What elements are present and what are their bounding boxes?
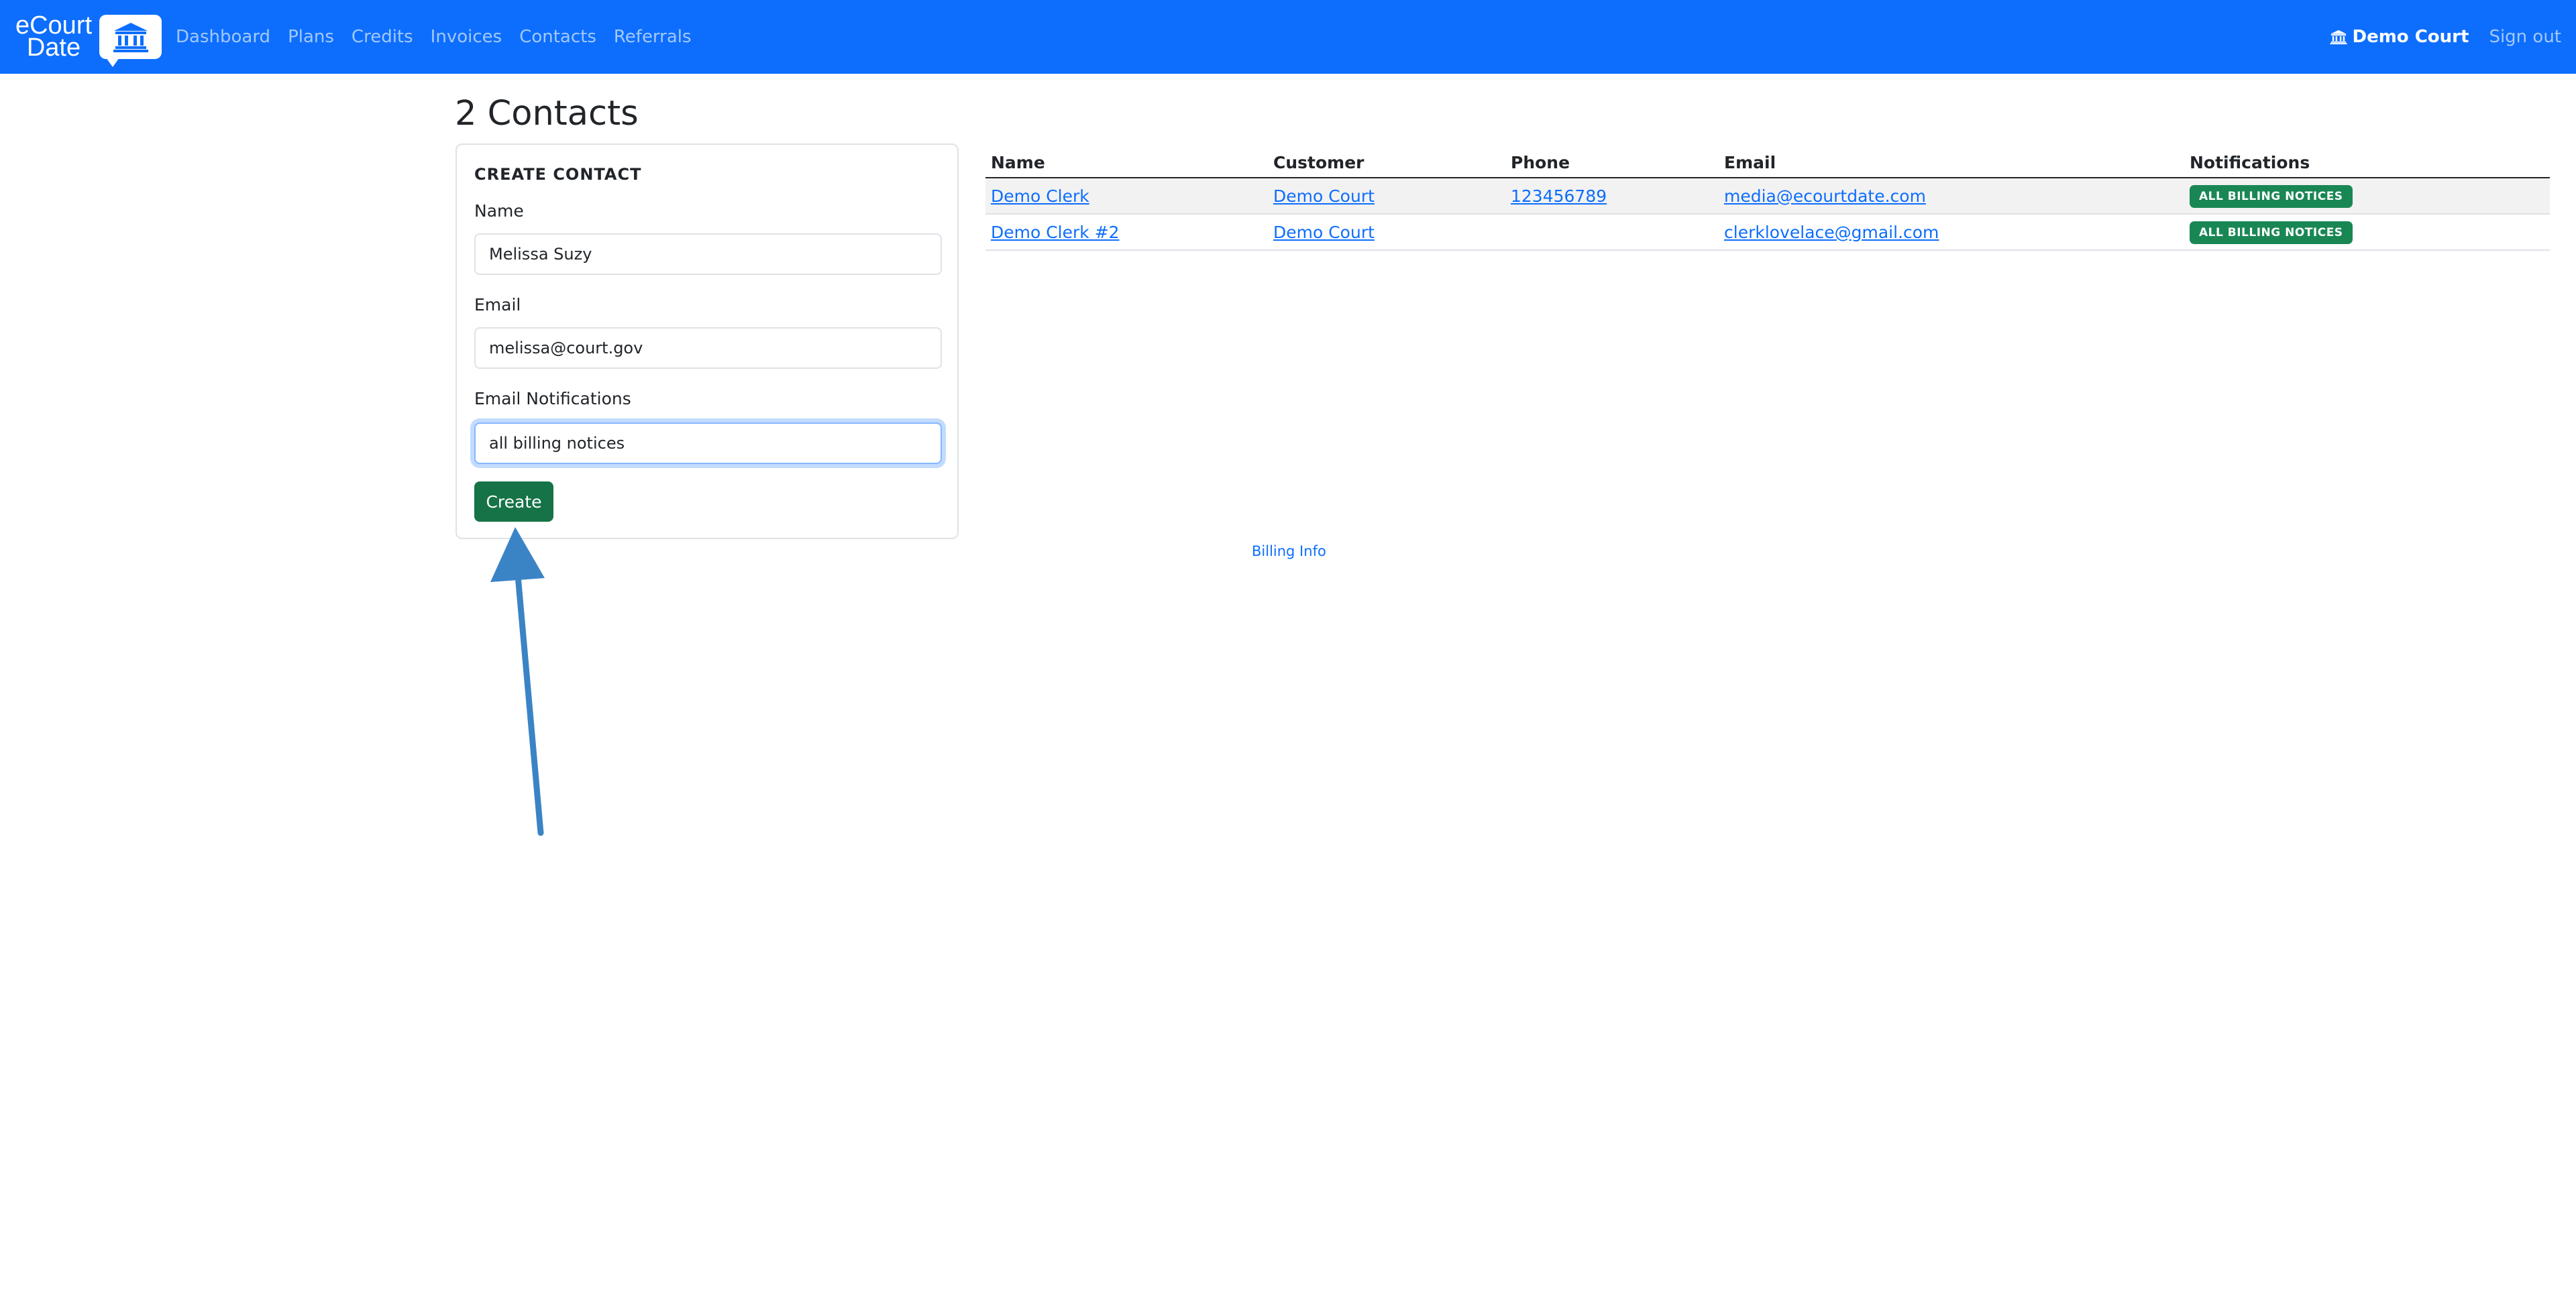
contacts-table: Name Customer Phone Email Notifications …: [985, 142, 2550, 251]
brand-logo[interactable]: eCourt Date: [12, 12, 162, 67]
nav-credits[interactable]: Credits: [352, 27, 413, 47]
sign-out-link[interactable]: Sign out: [2489, 27, 2561, 47]
nav-contacts[interactable]: Contacts: [519, 27, 596, 47]
column-header-notifications: Notifications: [2184, 142, 2550, 178]
name-label: Name: [474, 201, 524, 221]
cell-phone: [1505, 214, 1719, 251]
email-link[interactable]: media@ecourtdate.com: [1724, 186, 1926, 206]
table-header-row: Name Customer Phone Email Notifications: [985, 142, 2550, 178]
create-contact-card: CREATE CONTACT Name Email Email Notifica…: [455, 144, 959, 539]
customer-link[interactable]: Demo Court: [1273, 186, 1375, 206]
cell-notifications: ALL BILLING NOTICES: [2184, 178, 2550, 215]
cell-phone: 123456789: [1505, 178, 1719, 215]
nav-invoices[interactable]: Invoices: [431, 27, 502, 47]
column-header-customer: Customer: [1268, 142, 1505, 178]
cell-name: Demo Clerk #2: [985, 214, 1268, 251]
courthouse-icon: [99, 15, 162, 67]
column-header-phone: Phone: [1505, 142, 1719, 178]
main-nav: Dashboard Plans Credits Invoices Contact…: [176, 0, 709, 74]
notifications-badge: ALL BILLING NOTICES: [2190, 221, 2353, 244]
nav-dashboard[interactable]: Dashboard: [176, 27, 270, 47]
cell-notifications: ALL BILLING NOTICES: [2184, 214, 2550, 251]
table-row: Demo Clerk Demo Court 123456789 media@ec…: [985, 178, 2550, 215]
email-link[interactable]: clerklovelace@gmail.com: [1724, 223, 1939, 242]
brand-wordmark: eCourt Date: [12, 13, 95, 62]
nav-plans[interactable]: Plans: [288, 27, 334, 47]
notifications-badge: ALL BILLING NOTICES: [2190, 184, 2353, 208]
nav-right: Demo Court Sign out: [2329, 0, 2561, 74]
cell-customer: Demo Court: [1268, 178, 1505, 215]
create-contact-heading: CREATE CONTACT: [474, 165, 642, 184]
top-navbar: eCourt Date Dashboard Plans Credits Invo…: [0, 0, 2576, 74]
court-account-link[interactable]: Demo Court: [2329, 27, 2469, 47]
cell-email: clerklovelace@gmail.com: [1719, 214, 2184, 251]
email-notifications-label: Email Notifications: [474, 389, 631, 408]
billing-info-link[interactable]: Billing Info: [1252, 543, 1326, 559]
nav-referrals[interactable]: Referrals: [614, 27, 692, 47]
brand-line-2: Date: [26, 34, 81, 62]
page-title: 2 Contacts: [455, 94, 639, 133]
customer-link[interactable]: Demo Court: [1273, 223, 1375, 242]
phone-link[interactable]: 123456789: [1511, 186, 1607, 206]
column-header-email: Email: [1719, 142, 2184, 178]
name-input[interactable]: [474, 233, 942, 275]
contact-name-link[interactable]: Demo Clerk #2: [991, 223, 1120, 242]
contact-name-link[interactable]: Demo Clerk: [991, 186, 1089, 206]
create-button[interactable]: Create: [474, 481, 553, 522]
cell-email: media@ecourtdate.com: [1719, 178, 2184, 215]
court-name: Demo Court: [2352, 27, 2469, 47]
email-label: Email: [474, 295, 521, 315]
table-row: Demo Clerk #2 Demo Court clerklovelace@g…: [985, 214, 2550, 251]
cell-name: Demo Clerk: [985, 178, 1268, 215]
email-input[interactable]: [474, 327, 942, 369]
email-notifications-select[interactable]: [474, 422, 942, 464]
cell-customer: Demo Court: [1268, 214, 1505, 251]
column-header-name: Name: [985, 142, 1268, 178]
courthouse-icon: [2329, 30, 2347, 45]
